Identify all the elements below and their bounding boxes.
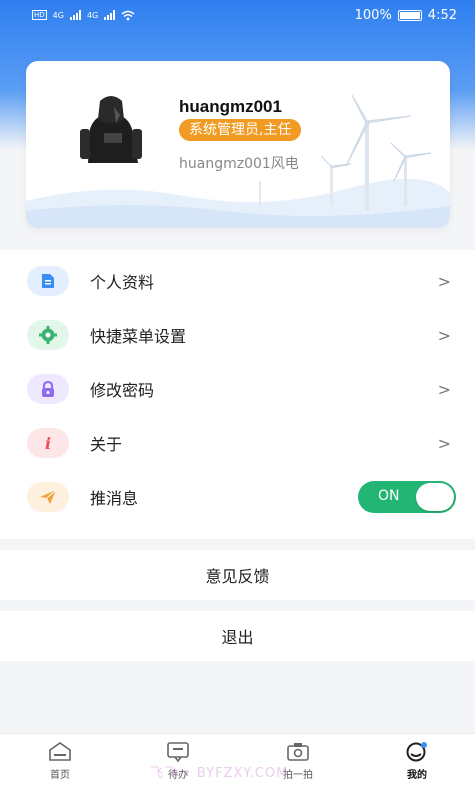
menu-item-change-password[interactable]: 修改密码 >: [0, 362, 475, 416]
profile-card[interactable]: huangmz001 系统管理员,主任 huangmz001风电: [26, 61, 450, 228]
tab-label: 首页: [50, 770, 70, 781]
menu-item-label: 修改密码: [90, 381, 155, 400]
network-type: 4G: [52, 10, 64, 20]
tab-mine[interactable]: 我的: [377, 742, 457, 781]
menu-item-label: 个人资料: [90, 273, 155, 292]
paper-plane-icon: [27, 482, 69, 512]
signal-indicators: HD 4G 4G: [32, 10, 135, 21]
battery-percent: 100%: [354, 7, 392, 23]
signal-icon: [69, 10, 81, 20]
username: huangmz001: [179, 97, 282, 116]
camera-icon: [287, 743, 309, 761]
menu-item-profile[interactable]: 个人资料 >: [0, 254, 475, 308]
network-type-2: 4G: [86, 10, 99, 20]
lock-icon: [27, 374, 69, 404]
chevron-right-icon: >: [437, 433, 451, 453]
todo-icon: [167, 742, 189, 762]
menu-item-about[interactable]: i 关于 >: [0, 416, 475, 470]
menu-item-push-messages: 推消息 ON: [0, 470, 475, 524]
chevron-right-icon: >: [437, 379, 451, 399]
tab-label: 我的: [407, 770, 427, 781]
tab-home[interactable]: 首页: [20, 742, 100, 781]
hd-icon: HD: [32, 10, 47, 20]
chevron-right-icon: >: [437, 325, 451, 345]
role-badge: 系统管理员,主任: [179, 119, 302, 141]
signal-icon-2: [104, 10, 116, 20]
avatar[interactable]: [76, 93, 146, 165]
menu-item-label: 关于: [90, 435, 123, 454]
gear-icon: [27, 320, 69, 350]
push-toggle[interactable]: ON: [358, 481, 456, 513]
menu-item-label: 推消息: [90, 489, 139, 508]
profile-icon: [406, 742, 427, 762]
settings-menu: 个人资料 > 快捷菜单设置 > 修改密码 > i 关于 > 推消息 ON: [0, 250, 475, 539]
menu-item-label: 快捷菜单设置: [90, 327, 187, 346]
menu-item-shortcut-settings[interactable]: 快捷菜单设置 >: [0, 308, 475, 362]
document-icon: [27, 266, 69, 296]
feedback-button[interactable]: 意见反馈: [0, 550, 475, 600]
home-icon: [49, 742, 71, 761]
organization-name: huangmz001风电: [179, 156, 299, 172]
chevron-right-icon: >: [437, 271, 451, 291]
logout-label: 退出: [221, 628, 254, 647]
toggle-state-label: ON: [378, 488, 400, 504]
info-icon: i: [27, 428, 69, 458]
watermark: 飞飞 • BYFZXY.COM: [150, 766, 289, 781]
toggle-knob: [416, 483, 454, 511]
feedback-label: 意见反馈: [205, 567, 270, 586]
status-bar: HD 4G 4G 100% 4:52: [0, 0, 475, 30]
clock: 4:52: [427, 7, 457, 23]
battery-icon: [397, 9, 422, 21]
wifi-icon: [121, 10, 135, 20]
logout-button[interactable]: 退出: [0, 611, 475, 661]
